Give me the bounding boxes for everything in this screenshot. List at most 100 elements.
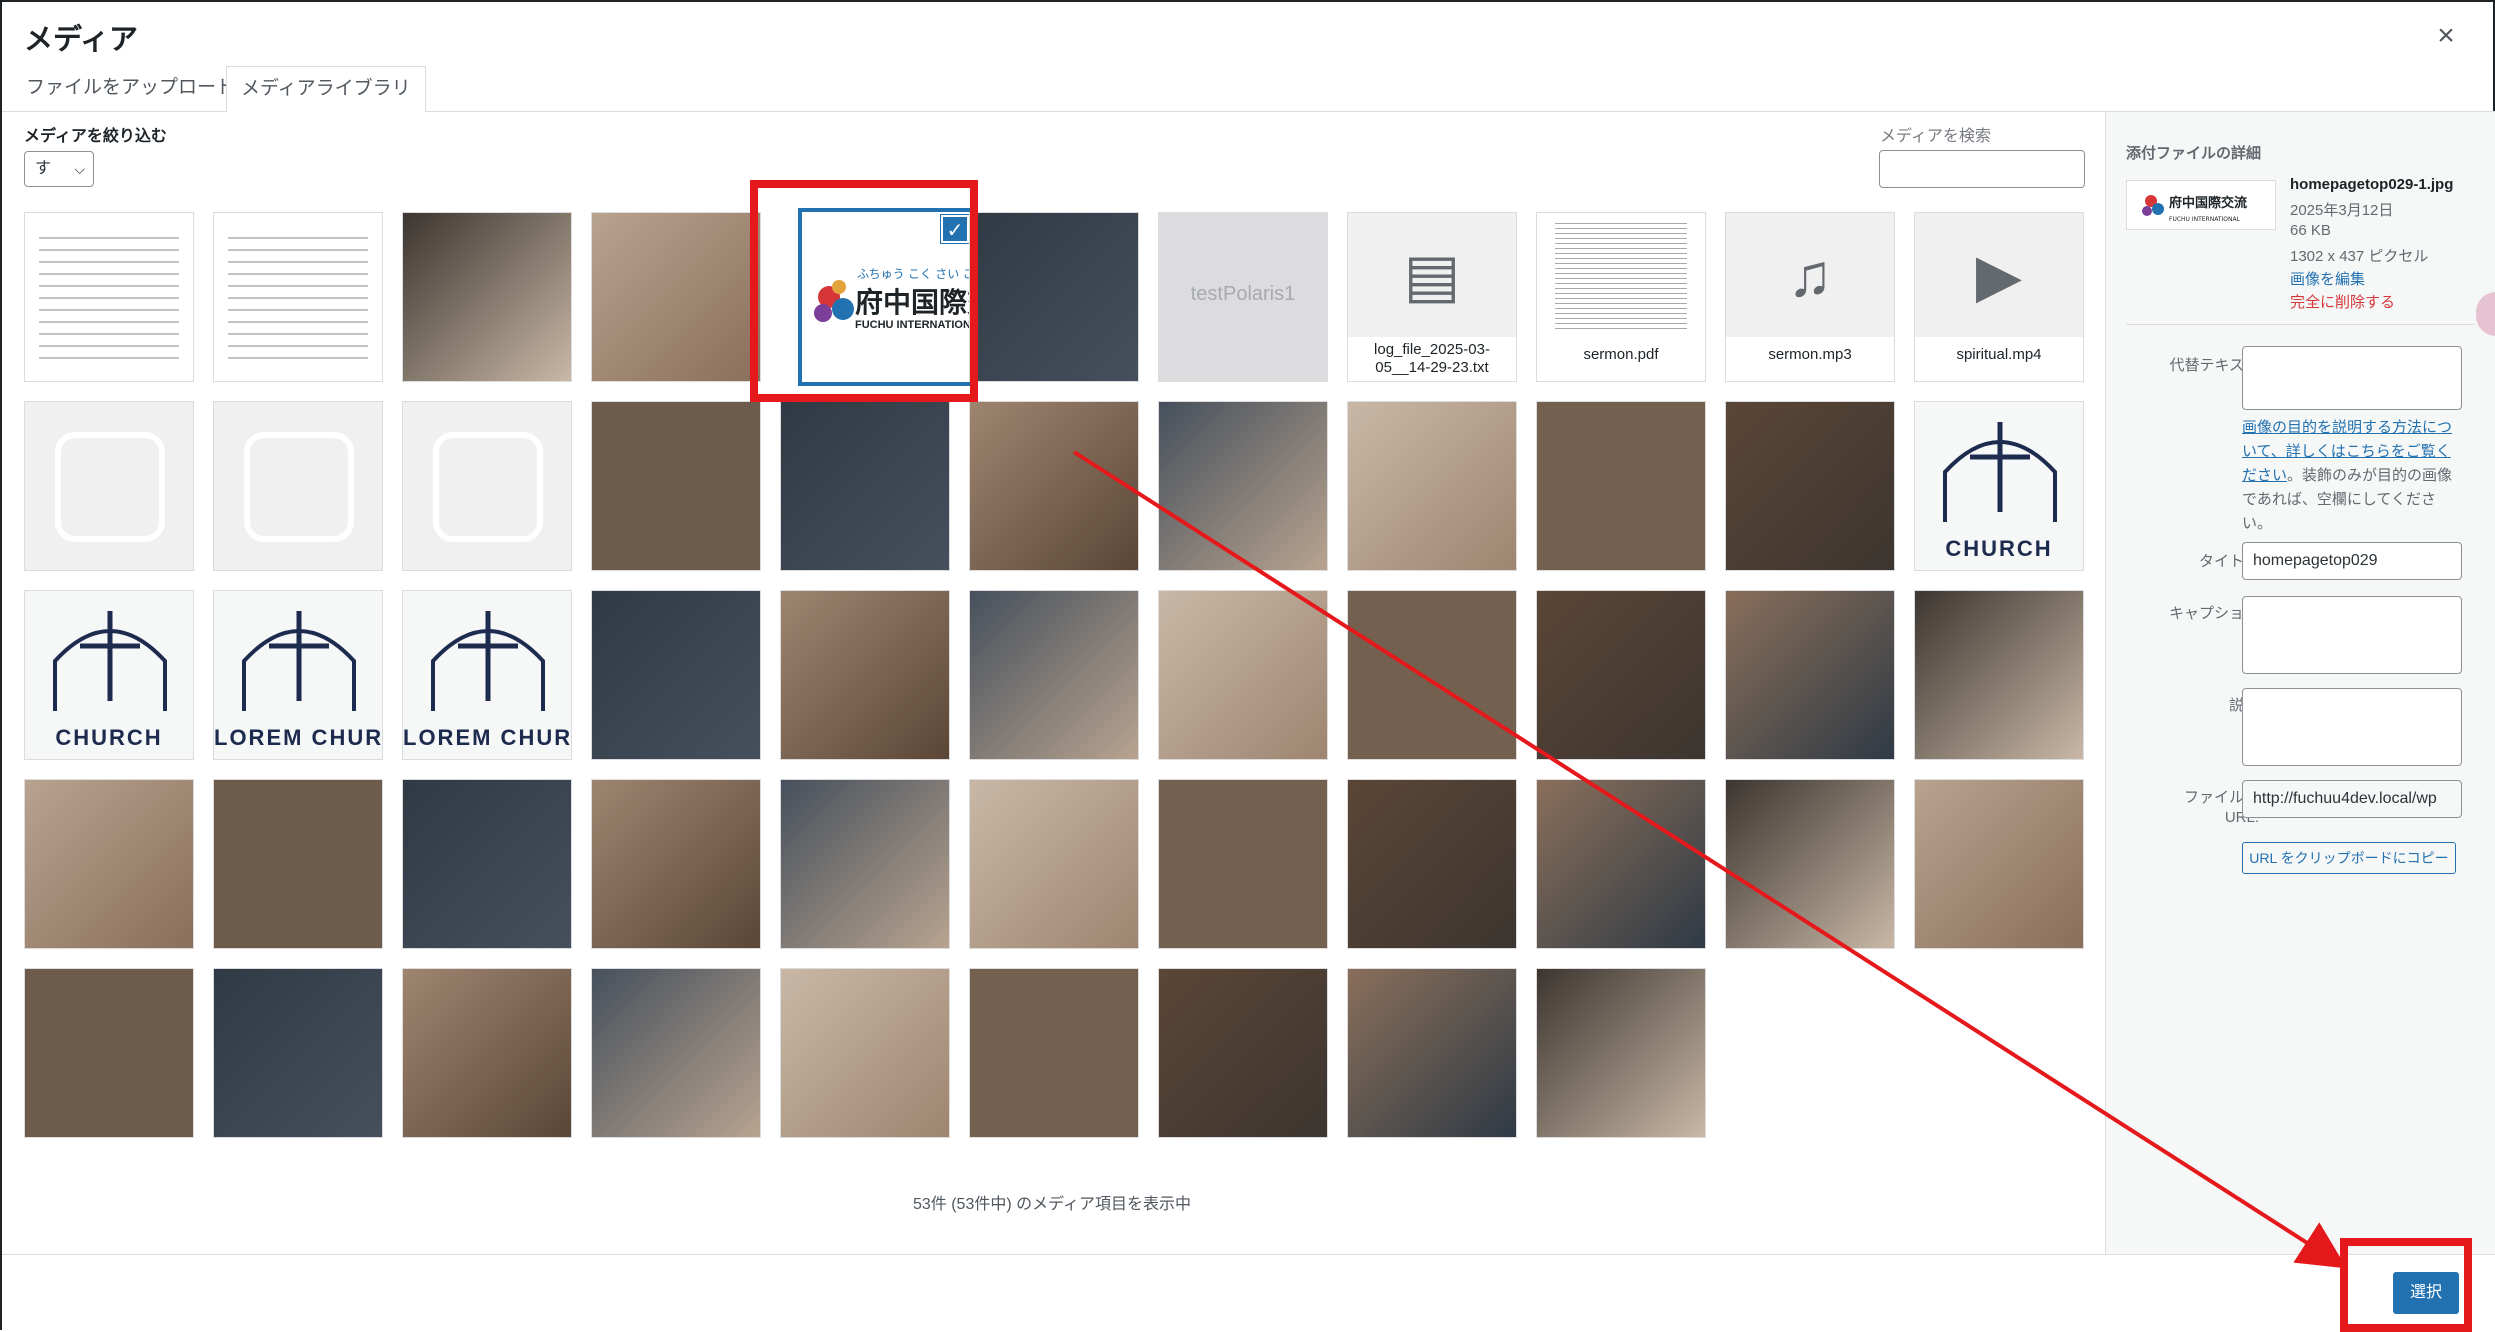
media-item-man-arms-crossed[interactable]	[1347, 401, 1517, 571]
description-field[interactable]	[2242, 688, 2462, 766]
media-item-candles[interactable]	[1725, 779, 1895, 949]
media-item-raised-hands-bw[interactable]	[780, 779, 950, 949]
media-item-fuchu-logo[interactable]: ふちゅう こく さい こう府中国際交FUCHU INTERNATIONA ✓	[798, 208, 976, 386]
media-item-woman-pink[interactable]	[1914, 590, 2084, 760]
media-item-group-photo[interactable]	[591, 212, 761, 382]
media-item-baptism[interactable]	[213, 779, 383, 949]
media-item-rosary-hands[interactable]	[591, 968, 761, 1138]
media-item-cathedral[interactable]	[1536, 968, 1706, 1138]
heart-handshake-icon	[55, 432, 165, 542]
attachment-details-title: 添付ファイルの詳細	[2126, 145, 2262, 162]
church-logo-text: LOREM CHURC	[403, 725, 571, 750]
media-item-church-outline[interactable]	[213, 401, 383, 571]
media-item-japanese-worksheet[interactable]	[24, 212, 194, 382]
media-item-pastor-stole[interactable]	[780, 401, 950, 571]
filter-select[interactable]: す ⌵	[24, 151, 94, 187]
media-item-church-hands-star[interactable]: CHURCH	[24, 590, 194, 760]
document-lines	[228, 227, 368, 367]
media-item-women-group[interactable]	[780, 968, 950, 1138]
search-input[interactable]	[1879, 150, 2085, 188]
divider	[2126, 324, 2475, 325]
filter-select-value: す	[35, 160, 52, 177]
delete-permanently-link[interactable]: 完全に削除する	[2290, 291, 2395, 312]
attachment-filename: homepagetop029-1.jpg	[2290, 176, 2454, 193]
document-lines	[39, 227, 179, 367]
media-item-woman-field[interactable]	[969, 968, 1139, 1138]
modal-footer	[2, 1254, 2495, 1332]
media-item-crucifix-gold[interactable]	[1347, 779, 1517, 949]
media-modal: メディア × ファイルをアップロード メディアライブラリ メディアを絞り込む す…	[0, 0, 2495, 1332]
media-item-hands-jesus[interactable]	[1158, 590, 1328, 760]
tab-media-library[interactable]: メディアライブラリ	[226, 66, 426, 113]
media-item-guitar[interactable]	[1347, 968, 1517, 1138]
media-item-pastor-purple[interactable]	[1725, 590, 1895, 760]
attachment-details-sidebar: 添付ファイルの詳細 府中国際交流 FUCHU INTERNATIONAL hom…	[2105, 112, 2495, 1254]
media-item-man-thinking[interactable]	[591, 590, 761, 760]
media-item-pastor-pews[interactable]	[1914, 779, 2084, 949]
media-item-priest-seated[interactable]	[1158, 401, 1328, 571]
media-item-couple-praying[interactable]	[1536, 590, 1706, 760]
media-item-family-prayer[interactable]	[1347, 590, 1517, 760]
media-item-sunset-bible[interactable]	[402, 779, 572, 949]
media-item-lorem-church-building[interactable]: LOREM CHURC	[402, 590, 572, 760]
media-item-church-interior[interactable]	[1536, 779, 1706, 949]
media-item-file[interactable]: ♫ sermon.mp3	[1725, 212, 1895, 382]
media-item-woman-reading[interactable]	[780, 590, 950, 760]
media-item-classroom-study[interactable]	[402, 212, 572, 382]
close-icon[interactable]: ×	[2426, 16, 2466, 56]
media-item-cross-sunlight[interactable]	[1158, 779, 1328, 949]
media-item-man-kneeling[interactable]	[402, 968, 572, 1138]
media-caption: spiritual.mp4	[1915, 337, 2083, 381]
media-caption: log_file_2025-03-05__14-29-23.txt	[1348, 337, 1516, 381]
title-field[interactable]: homepagetop029	[2242, 542, 2462, 580]
media-item-priest-bible[interactable]	[969, 401, 1139, 571]
church-logo-text: CHURCH	[55, 725, 163, 750]
media-item-file[interactable]: ▶ spiritual.mp4	[1914, 212, 2084, 382]
media-caption: sermon.mp3	[1726, 337, 1894, 381]
attachment-dimensions: 1302 x 437 ピクセル	[2290, 248, 2429, 265]
media-item-man-blazer[interactable]	[1536, 401, 1706, 571]
media-count: 53件 (53件中) のメディア項目を表示中	[912, 1196, 1192, 1213]
modal-title: メディア	[24, 24, 138, 56]
media-item-altar-bible[interactable]	[24, 968, 194, 1138]
tab-upload-files[interactable]: ファイルをアップロード	[12, 66, 249, 112]
alt-text-field[interactable]	[2242, 346, 2462, 410]
checkmark-icon[interactable]: ✓	[941, 215, 969, 243]
select-button[interactable]: 選択	[2393, 1272, 2459, 1314]
church-logo-text: CHURCH	[1945, 536, 2053, 561]
media-item-praying-hands-icon[interactable]	[402, 401, 572, 571]
svg-text:府中国際交流: 府中国際交流	[2169, 195, 2247, 211]
edit-image-link[interactable]: 画像を編集	[2290, 268, 2365, 289]
media-item-pdf[interactable]: sermon.pdf	[1536, 212, 1706, 382]
media-item-lorem-church-arch[interactable]: LOREM CHURCH	[213, 590, 383, 760]
media-item-placeholder[interactable]: testPolaris1	[1158, 212, 1328, 382]
media-item-heart-handshake-icon[interactable]	[24, 401, 194, 571]
media-grid: ふちゅう こく さい こう府中国際交FUCHU INTERNATIONA ✓ tes…	[24, 208, 2094, 1152]
media-caption: sermon.pdf	[1537, 337, 1705, 381]
document-file-icon: ▤	[1403, 242, 1461, 309]
media-item-man-aisle[interactable]	[213, 968, 383, 1138]
svg-text:FUCHU INTERNATIONAL: FUCHU INTERNATIONAL	[2169, 216, 2241, 223]
media-item-group-photo-2[interactable]	[969, 212, 1139, 382]
logo-sub: FUCHU INTERNATIONA	[855, 319, 976, 331]
praying-hands-icon	[433, 432, 543, 542]
media-item-teacher-whiteboard[interactable]	[969, 779, 1139, 949]
search-label: メディアを検索	[1880, 128, 1991, 145]
media-item-church-cross-doves[interactable]: CHURCH	[1914, 401, 2084, 571]
file-url-field[interactable]: http://fuchuu4dev.local/wp	[2242, 780, 2462, 818]
media-item-woman-praying-blur[interactable]	[591, 779, 761, 949]
caption-field[interactable]	[2242, 596, 2462, 674]
church-logo-text: LOREM CHURCH	[214, 725, 382, 750]
media-item-document-table[interactable]	[213, 212, 383, 382]
attachment-size: 66 KB	[2290, 222, 2331, 239]
media-item-woman-lake[interactable]	[969, 590, 1139, 760]
copy-url-button[interactable]: URL をクリップボードにコピー	[2242, 842, 2456, 874]
media-item-praying-rosary-dark[interactable]	[24, 779, 194, 949]
media-item-woman-smiling[interactable]	[1725, 401, 1895, 571]
media-item-file[interactable]: ▤ log_file_2025-03-05__14-29-23.txt	[1347, 212, 1517, 382]
media-item-priest-1[interactable]	[591, 401, 761, 571]
alt-text-help: 画像の目的を説明する方法について、詳しくはこちらをご覧ください。装飾のみが目的の…	[2242, 416, 2464, 536]
media-item-bible-table[interactable]	[1158, 968, 1328, 1138]
video-file-icon: ▶	[1975, 242, 2023, 309]
attachment-thumbnail: 府中国際交流 FUCHU INTERNATIONAL	[2126, 180, 2276, 230]
